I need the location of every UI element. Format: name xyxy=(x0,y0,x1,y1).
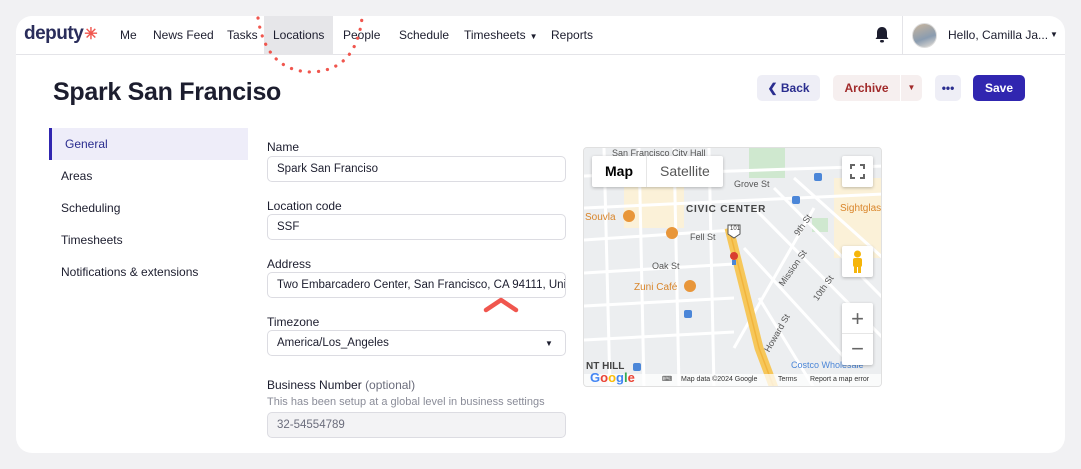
business-number-hint: This has been setup at a global level in… xyxy=(267,396,545,408)
name-label: Name xyxy=(267,140,300,154)
nav-me[interactable]: Me xyxy=(120,16,137,55)
chevron-down-icon[interactable]: ▼ xyxy=(1050,30,1058,39)
caret-annotation xyxy=(483,297,519,313)
map-label-oak: Oak St xyxy=(652,261,680,271)
chevron-left-icon: ❮ xyxy=(767,81,778,95)
menu-item-notifications[interactable]: Notifications & extensions xyxy=(49,256,248,288)
logo-star-icon: ✳ xyxy=(84,26,98,43)
chevron-down-icon: ▼ xyxy=(907,83,916,92)
map-label-souvla: Souvla xyxy=(585,212,616,223)
menu-item-scheduling[interactable]: Scheduling xyxy=(49,192,248,224)
google-logo: Google xyxy=(590,370,635,385)
nav-tasks[interactable]: Tasks xyxy=(227,16,258,55)
map-label-zuni: Zuni Café xyxy=(634,282,678,293)
more-options-button[interactable]: ••• xyxy=(935,75,961,101)
timezone-label: Timezone xyxy=(267,315,320,329)
map-label-grove: Grove St xyxy=(734,179,770,189)
nav-timesheets[interactable]: Timesheets ▼ xyxy=(464,16,538,55)
plus-icon[interactable]: + xyxy=(842,303,873,334)
transit-icon xyxy=(814,173,822,181)
app-frame: deputy✳ Me News Feed Tasks Locations Peo… xyxy=(16,16,1065,453)
nav-reports[interactable]: Reports xyxy=(551,16,593,55)
settings-menu: General Areas Scheduling Timesheets Noti… xyxy=(49,128,248,288)
top-nav: deputy✳ Me News Feed Tasks Locations Peo… xyxy=(16,16,1065,55)
nav-divider xyxy=(902,16,903,55)
map-label-fell: Fell St xyxy=(690,232,716,242)
business-number-input: 32-54554789 xyxy=(267,412,566,438)
location-map[interactable]: San Francisco City Hall Grove St CIVIC C… xyxy=(583,147,882,387)
chevron-down-icon: ▼ xyxy=(529,32,538,41)
map-data-credit: Map data ©2024 Google xyxy=(681,376,758,383)
keyboard-icon[interactable]: ⌨ xyxy=(662,374,672,386)
business-number-label: Business Number (optional) xyxy=(267,378,416,392)
page-title: Spark San Franciso xyxy=(53,78,282,106)
pegman-icon[interactable] xyxy=(842,246,873,277)
user-greeting[interactable]: Hello, Camilla Ja... xyxy=(948,16,1048,55)
timezone-select[interactable]: America/Los_Angeles xyxy=(267,330,566,356)
back-button[interactable]: ❮ Back xyxy=(757,75,820,101)
chevron-down-icon: ▼ xyxy=(545,339,553,348)
nav-news-feed[interactable]: News Feed xyxy=(153,16,214,55)
restaurant-icon xyxy=(666,227,678,239)
menu-item-timesheets[interactable]: Timesheets xyxy=(49,224,248,256)
address-label: Address xyxy=(267,257,312,271)
archive-button[interactable]: Archive xyxy=(833,75,900,101)
menu-item-areas[interactable]: Areas xyxy=(49,160,248,192)
avatar[interactable] xyxy=(912,23,937,48)
nav-schedule[interactable]: Schedule xyxy=(399,16,449,55)
minus-icon[interactable]: − xyxy=(842,334,873,365)
map-label-civic-center: CIVIC CENTER xyxy=(686,204,767,215)
map-terms-link[interactable]: Terms xyxy=(778,374,797,386)
location-code-input[interactable]: SSF xyxy=(267,214,566,240)
deputy-logo[interactable]: deputy✳ xyxy=(24,23,98,45)
menu-item-general[interactable]: General xyxy=(49,128,248,160)
name-input[interactable]: Spark San Franciso xyxy=(267,156,566,182)
transit-icon xyxy=(684,310,692,318)
restaurant-icon xyxy=(623,210,635,222)
map-report-link[interactable]: Report a map error xyxy=(810,374,869,386)
restaurant-icon xyxy=(684,280,696,292)
satellite-tab[interactable]: Satellite xyxy=(647,156,723,187)
archive-dropdown-button[interactable]: ▼ xyxy=(900,75,922,101)
fullscreen-icon[interactable] xyxy=(842,156,873,187)
nav-locations[interactable]: Locations xyxy=(264,16,334,55)
nav-people[interactable]: People xyxy=(343,16,380,55)
map-type-toggle: Map Satellite xyxy=(592,156,723,187)
transit-icon xyxy=(792,196,800,204)
save-button[interactable]: Save xyxy=(973,75,1025,101)
map-label-route: 101 xyxy=(730,226,741,232)
location-pin-icon xyxy=(730,252,738,260)
bell-icon[interactable] xyxy=(874,26,890,44)
map-label-sightglass: Sightglass xyxy=(840,203,882,214)
location-code-label: Location code xyxy=(267,199,342,213)
address-input[interactable]: Two Embarcadero Center, San Francisco, C… xyxy=(267,272,566,298)
map-tab[interactable]: Map xyxy=(592,156,647,187)
zoom-control: + − xyxy=(842,303,873,365)
